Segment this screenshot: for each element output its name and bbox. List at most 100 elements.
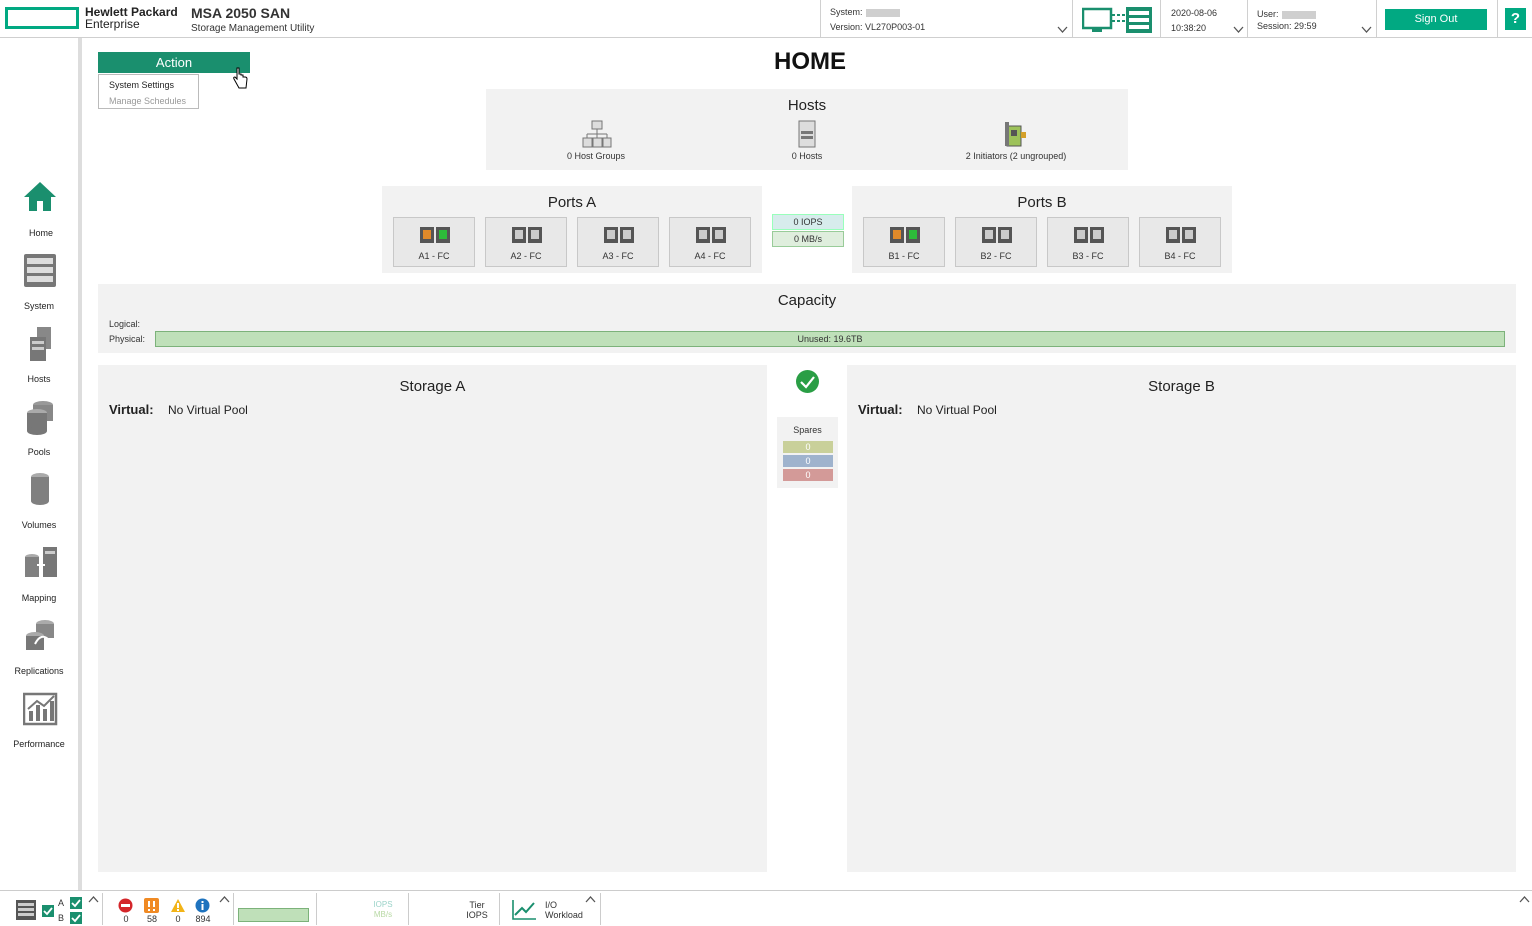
sidebar-item-mapping[interactable]: Mapping [0,537,78,607]
divider [1497,0,1498,37]
action-button[interactable]: Action [98,52,250,73]
divider [233,893,234,925]
chevron-down-icon[interactable] [1057,26,1068,34]
session-value: 29:59 [1294,21,1317,31]
divider [1247,0,1248,37]
version-info: Version: VL270P003-01 [830,22,925,32]
info-icon[interactable] [195,898,210,913]
port-label: A4 - FC [694,251,726,261]
user-info: User: [1257,9,1316,19]
ports-a-title: Ports A [547,194,597,211]
sidebar-item-label: Pools [27,447,51,457]
chevron-up-icon[interactable] [585,895,596,903]
sidebar-item-hosts[interactable]: Hosts [0,318,78,388]
info-count: 894 [195,914,211,924]
divider [820,0,821,37]
cursor-hand-icon [233,67,248,89]
divider [499,893,500,925]
spares-panel[interactable]: Spares 0 0 0 [777,417,838,488]
sign-out-button[interactable]: Sign Out [1385,9,1487,30]
user-name-redacted [1281,10,1316,19]
footer-bar: A B 0 58 0 894 IOPS MB/s Tier IOPS I/O W… [0,890,1532,926]
divider [1072,0,1073,37]
capacity-panel[interactable]: Capacity Logical: Physical: Unused: 19.6… [98,284,1516,353]
port-a3[interactable]: A3 - FC [577,217,659,267]
divider [316,893,317,925]
menu-item-system-settings[interactable]: System Settings [99,75,198,93]
workload-label: Workload [545,910,583,920]
system-info: System: [830,7,900,17]
fc-port-icon [696,227,726,243]
port-label: A2 - FC [510,251,542,261]
time: 10:38:20 [1171,23,1207,33]
session-info: Session: 29:59 [1257,21,1317,31]
divider [1160,0,1161,37]
chevron-down-icon[interactable] [1361,26,1372,34]
initiator-card-icon [1005,122,1026,147]
port-b4[interactable]: B4 - FC [1139,217,1221,267]
port-b3[interactable]: B3 - FC [1047,217,1129,267]
io-workload-icon[interactable] [511,899,537,921]
sidebar-item-performance[interactable]: Performance [0,683,78,753]
volumes-icon [31,473,49,505]
storage-a-panel[interactable]: Storage A Virtual: No Virtual Pool [98,365,767,872]
system-label: System: [830,7,863,17]
hosts-title: Hosts [787,97,827,114]
error-icon[interactable] [144,898,159,913]
port-label: B4 - FC [1164,251,1196,261]
fc-port-active-icon [420,227,450,243]
sidebar-item-home[interactable]: Home [0,172,82,242]
chevron-up-icon[interactable] [88,895,99,903]
user-label: User: [1257,9,1279,19]
port-b2[interactable]: B2 - FC [955,217,1037,267]
sidebar-item-label: System [23,301,54,311]
divider [102,893,103,925]
spares-value: 0 [783,469,833,481]
hosts-panel[interactable]: Hosts 0 Host Groups 0 Hosts 2 Initiators… [486,89,1128,170]
sidebar-item-system[interactable]: System [0,245,78,315]
fc-port-icon [1166,227,1196,243]
port-a2[interactable]: A2 - FC [485,217,567,267]
menu-item-manage-schedules[interactable]: Manage Schedules [99,93,198,109]
sidebar-item-volumes[interactable]: Volumes [0,464,78,534]
mapping-icon [25,547,57,577]
fc-port-icon [604,227,634,243]
port-label: B1 - FC [888,251,920,261]
critical-icon[interactable] [118,898,133,913]
system-icon [24,254,56,287]
warning-count: 0 [175,914,181,924]
page-title: HOME [774,48,846,75]
port-a4[interactable]: A4 - FC [669,217,751,267]
storage-b-panel[interactable]: Storage B Virtual: No Virtual Pool [847,365,1516,872]
fc-port-active-icon [890,227,920,243]
sidebar-item-label: Performance [13,739,65,749]
host-groups-icon [582,120,612,148]
virtual-label: Virtual: [109,402,154,417]
health-ok-icon[interactable] [795,369,820,394]
port-a1[interactable]: A1 - FC [393,217,475,267]
hpe-logo [5,7,79,29]
sidebar-item-pools[interactable]: Pools [0,391,78,461]
warning-icon[interactable] [170,898,186,913]
fc-port-icon [982,227,1012,243]
version-label: Version: [830,22,863,32]
system-status-icon[interactable] [1082,6,1154,34]
critical-count: 0 [123,914,129,924]
ports-a-panel: Ports A A1 - FC A2 - FC A3 - FC A4 - FC [382,186,762,273]
help-button[interactable]: ? [1505,8,1526,30]
iops-indicator: 0 IOPS [772,214,844,230]
chevron-down-icon[interactable] [1233,26,1244,34]
port-b1[interactable]: B1 - FC [863,217,945,267]
chevron-up-icon[interactable] [1519,895,1530,903]
system-name-redacted [865,8,900,17]
port-label: B2 - FC [980,251,1012,261]
enclosure-icon[interactable] [15,899,37,921]
fc-port-icon [1074,227,1104,243]
port-label: B3 - FC [1072,251,1104,261]
controller-b-ok-icon [70,912,82,924]
capacity-mini-bar[interactable] [238,908,309,922]
sidebar-item-replications[interactable]: Replications [0,610,78,680]
initiators-count: 2 Initiators (2 ungrouped) [965,151,1067,161]
pools-icon [27,401,53,435]
chevron-up-icon[interactable] [219,895,230,903]
